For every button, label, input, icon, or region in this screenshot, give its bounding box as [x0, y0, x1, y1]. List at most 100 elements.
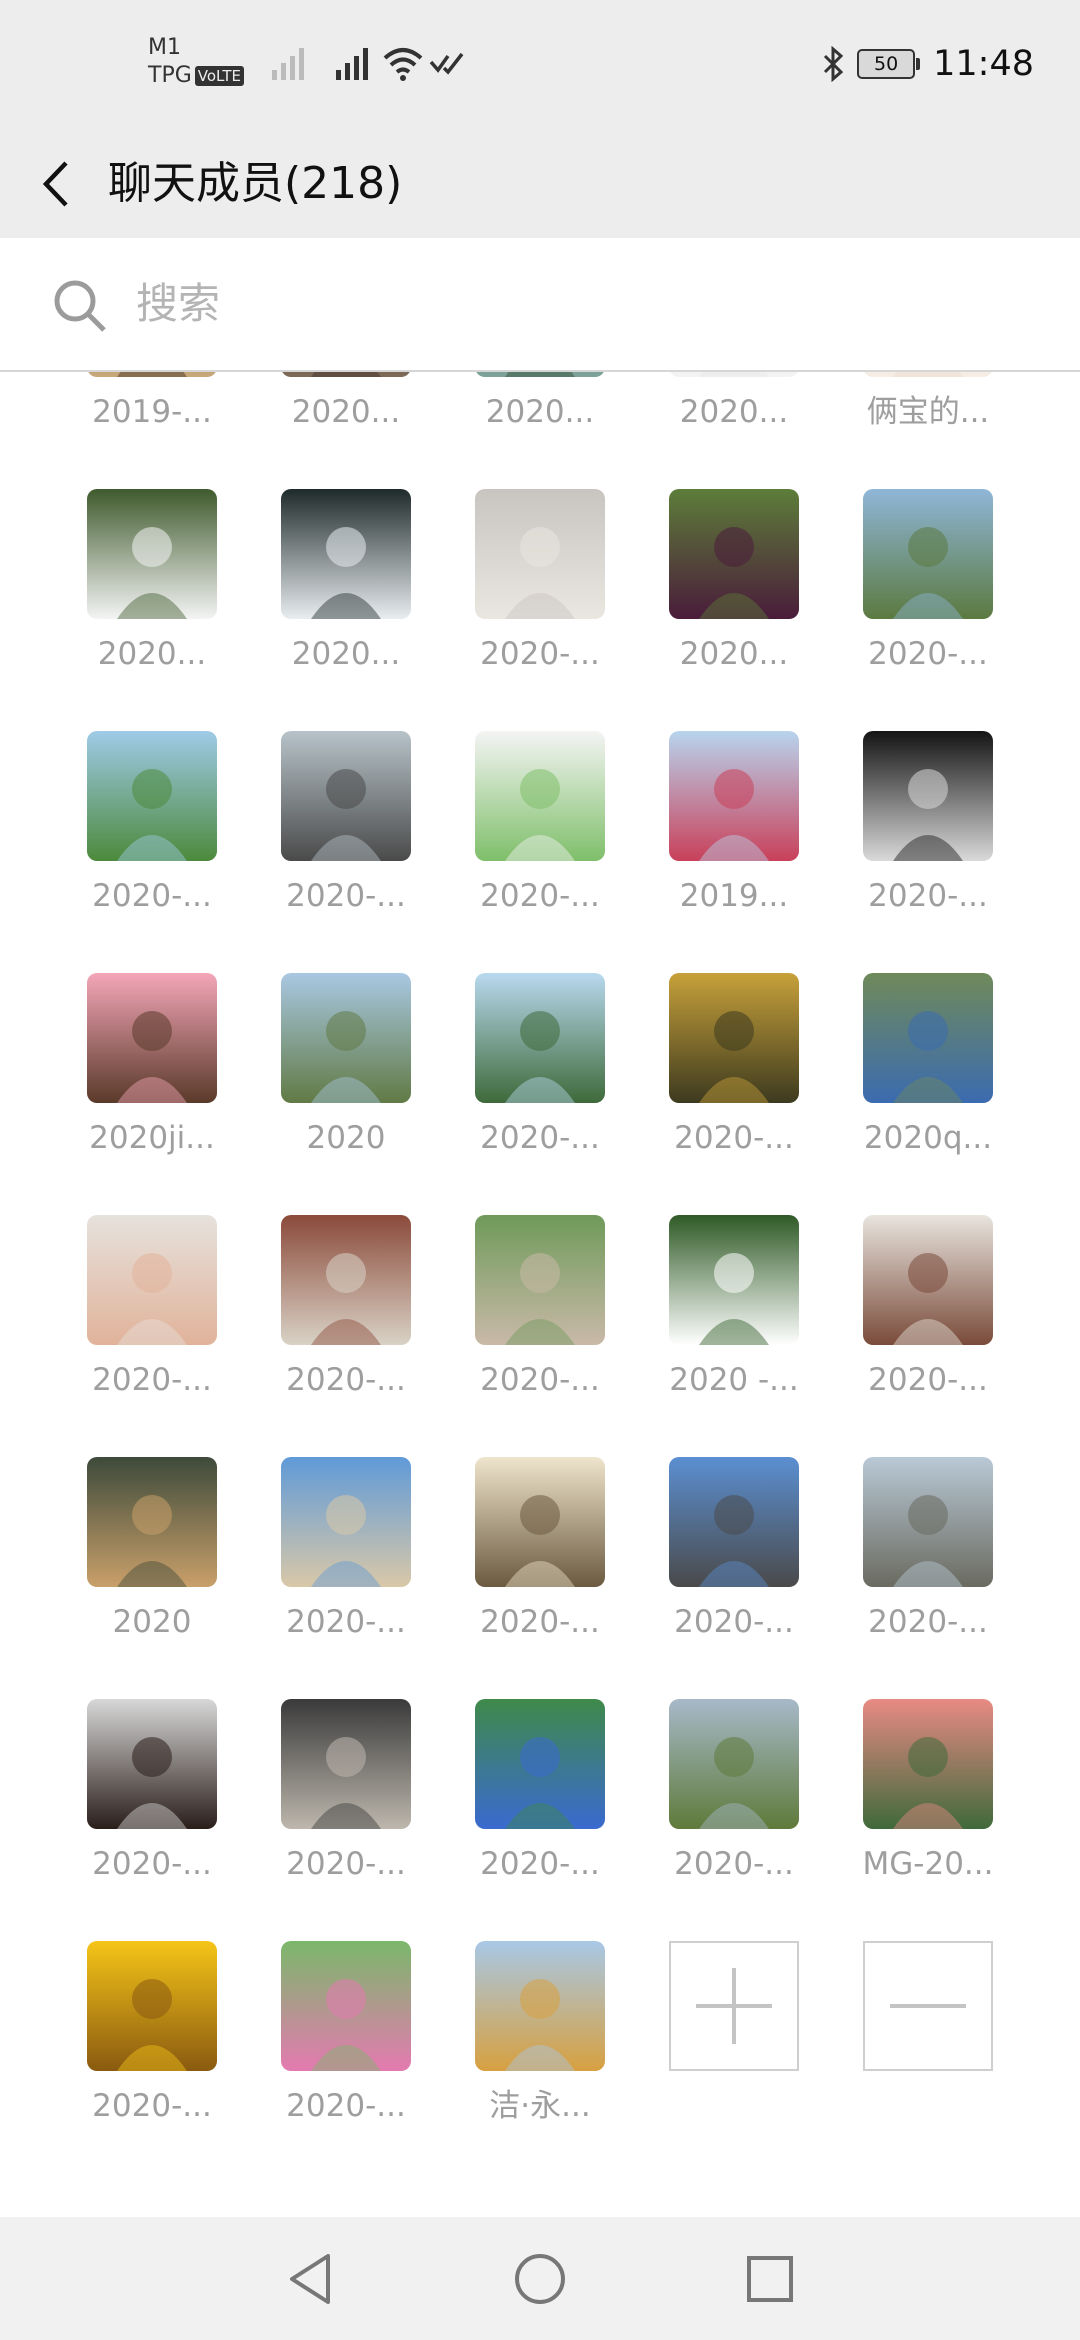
member-item[interactable]: 2020-...	[831, 1457, 1025, 1657]
girl-back-photo	[475, 1215, 605, 1345]
member-name: 2020-...	[868, 636, 988, 672]
member-name: 2020-...	[868, 1604, 988, 1640]
member-item[interactable]: 2020-...	[443, 1699, 637, 1899]
sketch-photo	[475, 1457, 605, 1587]
nav-back-button[interactable]	[278, 2247, 342, 2311]
hill-photo	[281, 973, 411, 1103]
member-name: 2020...	[679, 394, 789, 430]
starfish-photo	[475, 1699, 605, 1829]
carrier-info: M1 TPG VoLTE	[148, 34, 244, 90]
member-grid: 2019-... 2020... 2020... 2020... 俩宝的... 2020.…	[0, 372, 1080, 2217]
page-title: 聊天成员(218)	[108, 158, 403, 209]
add-member-tile[interactable]	[669, 1941, 799, 2071]
member-item[interactable]: 2020...	[637, 372, 831, 447]
man-photo	[281, 731, 411, 861]
member-item[interactable]: 2020-...	[249, 1457, 443, 1657]
lake-photo	[87, 731, 217, 861]
remove-member-button[interactable]	[831, 1941, 1025, 2141]
back-button[interactable]	[34, 150, 78, 218]
statue-photo	[863, 731, 993, 861]
member-name: 2020-...	[480, 636, 600, 672]
member-item[interactable]: 2020-...	[831, 731, 1025, 931]
member-name: 2020ji...	[89, 1120, 215, 1156]
signal-strong-icon	[336, 48, 368, 80]
seaside-photo	[863, 1457, 993, 1587]
carrier-name-2: TPG	[148, 63, 192, 88]
volte-badge: VoLTE	[194, 66, 244, 86]
signal-weak-icon	[272, 48, 304, 80]
member-item[interactable]: 2020-...	[249, 1941, 443, 2141]
member-name: 俩宝的...	[866, 394, 990, 430]
orchid-photo	[669, 489, 799, 619]
member-item[interactable]: 2020-...	[637, 1699, 831, 1899]
member-item[interactable]: 2020	[249, 973, 443, 1173]
nav-home-button[interactable]	[508, 2247, 572, 2311]
member-item[interactable]: 2020...	[249, 489, 443, 689]
cartoon-girl-photo	[87, 973, 217, 1103]
member-item[interactable]: 俩宝的...	[831, 372, 1025, 447]
nav-recent-button[interactable]	[738, 2247, 802, 2311]
circle-home-icon	[515, 2254, 565, 2304]
avatar-photo	[281, 372, 411, 377]
avatar-photo	[475, 372, 605, 377]
member-name: 2020-...	[674, 1120, 794, 1156]
member-name: 2020...	[97, 636, 207, 672]
member-name: 2019...	[679, 878, 789, 914]
member-item[interactable]: 2020...	[249, 372, 443, 447]
member-item[interactable]: 2020...	[55, 489, 249, 689]
member-item[interactable]: 2020-...	[443, 731, 637, 931]
member-item[interactable]: 2020-...	[443, 489, 637, 689]
title-bar: 聊天成员(218)	[0, 130, 1080, 238]
member-item[interactable]: 2020	[55, 1457, 249, 1657]
member-item[interactable]: 2020ji...	[55, 973, 249, 1173]
member-item[interactable]: 洁·永...	[443, 1941, 637, 2141]
member-item[interactable]: 2020q...	[831, 973, 1025, 1173]
member-item[interactable]: 2020-...	[249, 731, 443, 931]
sprout-photo	[475, 731, 605, 861]
member-item[interactable]: 2020-...	[831, 1215, 1025, 1415]
member-item[interactable]: 2020-...	[443, 973, 637, 1173]
member-item[interactable]: 2020-...	[55, 1699, 249, 1899]
member-item[interactable]: 2020-...	[249, 1699, 443, 1899]
member-item[interactable]: 2019...	[637, 731, 831, 931]
member-item[interactable]: 2020-...	[55, 1941, 249, 2141]
member-name: 2020 -...	[669, 1362, 799, 1398]
member-name: 2020-...	[480, 1120, 600, 1156]
aircraft-photo	[669, 1457, 799, 1587]
minus-icon	[890, 2004, 966, 2008]
member-item[interactable]: 2020-...	[637, 973, 831, 1173]
search-input[interactable]: 搜索	[136, 274, 220, 334]
plus-icon	[696, 1968, 772, 2044]
member-item[interactable]: 2020-...	[55, 731, 249, 931]
triangle-back-icon	[290, 2254, 330, 2304]
add-member-button[interactable]	[637, 1941, 831, 2141]
member-item[interactable]: 2020 -...	[637, 1215, 831, 1415]
member-item[interactable]: 2020-...	[637, 1457, 831, 1657]
member-item[interactable]: 2020-...	[249, 1215, 443, 1415]
wifi-icon	[383, 48, 423, 81]
member-name: 2020-...	[92, 1846, 212, 1882]
member-item[interactable]: 2020...	[443, 372, 637, 447]
member-item[interactable]: 2020-...	[443, 1215, 637, 1415]
karst-photo	[475, 973, 605, 1103]
navigation-bar	[0, 2217, 1080, 2340]
member-name: 2020-...	[92, 2088, 212, 2124]
carrier-name: M1	[148, 35, 181, 60]
woman-photo	[669, 731, 799, 861]
member-item[interactable]: 2020-...	[831, 489, 1025, 689]
member-item[interactable]: 2019-...	[55, 372, 249, 447]
member-name: 2020-...	[868, 878, 988, 914]
member-item[interactable]: 2020-...	[55, 1215, 249, 1415]
avatar-photo	[669, 372, 799, 377]
egret-photo	[281, 489, 411, 619]
member-item[interactable]: MG-20...	[831, 1699, 1025, 1899]
castle-photo	[475, 1941, 605, 2071]
search-bar[interactable]: 搜索	[0, 238, 1080, 372]
chevron-left-icon	[42, 161, 68, 207]
member-name: 2020-...	[286, 1846, 406, 1882]
member-item[interactable]: 2020-...	[443, 1457, 637, 1657]
beach-jump-photo	[281, 1457, 411, 1587]
member-name: 2020-...	[286, 2088, 406, 2124]
remove-member-tile[interactable]	[863, 1941, 993, 2071]
member-item[interactable]: 2020...	[637, 489, 831, 689]
